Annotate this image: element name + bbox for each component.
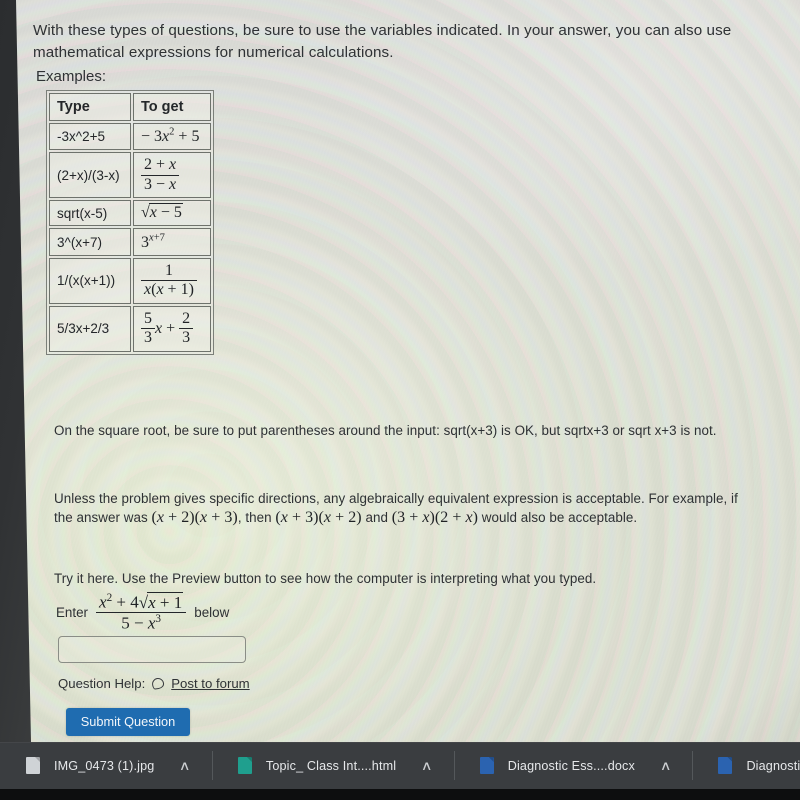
equiv-expression-1: (x + 2)(x + 3): [151, 509, 238, 527]
exponent: x+7: [149, 232, 165, 244]
table-row: -3x^2+5 − 3x2 + 5: [49, 123, 211, 151]
page-content: With these types of questions, be sure t…: [0, 0, 800, 742]
fraction-numerator: 5: [144, 309, 152, 327]
math-fraction: 23: [179, 309, 194, 348]
math-sqrt: √x − 5: [141, 203, 183, 222]
radicand: x + 1: [147, 591, 184, 612]
cell-to-get: 53x + 23: [133, 305, 211, 352]
speech-bubble-icon: [151, 677, 165, 690]
math-sqrt: √x + 1: [139, 591, 184, 613]
question-help-label: Question Help:: [58, 676, 146, 691]
math-mixed: 53x + 23: [141, 310, 194, 346]
screenshot-root: With these types of questions, be sure t…: [0, 0, 800, 800]
fraction-denominator: 3: [141, 328, 155, 348]
question-help-row: Question Help: Post to forum: [58, 676, 250, 691]
download-item-jpg[interactable]: IMG_0473 (1).jpg ∧: [0, 742, 212, 789]
fraction-denominator: 3: [179, 328, 194, 348]
table-row: 5/3x+2/3 53x + 23: [49, 305, 211, 352]
table-header-row: Type To get: [49, 93, 211, 121]
chevron-up-icon[interactable]: ∧: [660, 759, 672, 772]
post-to-forum-link[interactable]: Post to forum: [171, 676, 249, 691]
equiv-expression-2: (x + 3)(x + 2): [275, 509, 362, 527]
fraction-numerator: 1: [164, 261, 173, 279]
cell-to-get: 1 x(x + 1): [133, 257, 211, 304]
cell-type: (2+x)/(3-x): [49, 152, 131, 199]
file-docx-icon: [479, 757, 494, 774]
paragraph-try-it-here: Try it here. Use the Preview button to s…: [54, 571, 597, 587]
chevron-up-icon[interactable]: ∧: [179, 759, 191, 772]
table-row: 1/(x(x+1)) 1 x(x + 1): [49, 257, 211, 304]
monitor-screen: With these types of questions, be sure t…: [0, 0, 800, 742]
enter-suffix-label: below: [194, 605, 230, 621]
table-row: 3^(x+7) 3x+7: [49, 228, 211, 256]
fraction-denominator: x(x + 1): [141, 280, 197, 300]
equiv-text-4: would also be acceptable.: [478, 510, 638, 526]
download-filename: Diagnostic Essay: [746, 758, 800, 773]
fraction-numerator: x2 + 4√x + 1: [99, 591, 184, 613]
math-fraction: 53: [141, 310, 155, 348]
enter-expression-prompt: Enter x2 + 4√x + 1 5 − x3 below: [56, 591, 230, 634]
cell-type: 5/3x+2/3: [49, 305, 131, 352]
file-docx-icon: [718, 757, 733, 774]
table-row: (2+x)/(3-x) 2 + x 3 − x: [49, 152, 211, 199]
chevron-up-icon[interactable]: ∧: [421, 759, 433, 772]
paragraph-equivalent-rule: Unless the problem gives specific direct…: [54, 489, 744, 527]
fraction-numerator: 2 + x: [144, 156, 177, 174]
math-fraction: 2 + x 3 − x: [141, 156, 180, 195]
examples-table: Type To get -3x^2+5 − 3x2 + 5 (2+x)/(3-x…: [46, 90, 214, 355]
cell-type: -3x^2+5: [49, 123, 131, 151]
fraction-denominator: 5 − x3: [96, 612, 187, 633]
cell-to-get: 2 + x 3 − x: [133, 152, 211, 199]
intro-paragraph: With these types of questions, be sure t…: [33, 22, 732, 62]
equiv-text-3: and: [361, 510, 392, 526]
answer-input[interactable]: [58, 636, 246, 663]
column-header-to-get: To get: [133, 93, 211, 121]
equiv-expression-3: (3 + x)(2 + x): [391, 509, 479, 527]
math-power: 3x+7: [141, 232, 165, 251]
enter-prefix-label: Enter: [56, 605, 89, 621]
enter-math-fraction: x2 + 4√x + 1 5 − x3: [96, 591, 187, 634]
file-jpg-icon: [26, 757, 40, 774]
cell-to-get: 3x+7: [133, 228, 211, 256]
cell-type: 1/(x(x+1)): [49, 257, 131, 304]
equiv-text-2: , then: [237, 510, 276, 526]
radicand: x − 5: [148, 203, 183, 222]
download-shelf: IMG_0473 (1).jpg ∧ Topic_ Class Int....h…: [0, 742, 800, 789]
math-fraction: 1 x(x + 1): [141, 262, 197, 300]
column-header-type: Type: [49, 93, 131, 121]
table-row: sqrt(x-5) √x − 5: [49, 200, 211, 227]
paragraph-sqrt-rule: On the square root, be sure to put paren…: [54, 423, 717, 439]
download-filename: Topic_ Class Int....html: [265, 758, 397, 773]
examples-label: Examples:: [36, 68, 107, 85]
submit-question-button[interactable]: Submit Question: [66, 708, 190, 736]
cell-type: sqrt(x-5): [49, 200, 131, 227]
file-html-icon: [237, 757, 252, 774]
fraction-denominator: 3 − x: [141, 174, 180, 195]
cell-to-get: √x − 5: [133, 200, 211, 227]
photo-bottom-edge: [0, 789, 800, 800]
download-item-html[interactable]: Topic_ Class Int....html ∧: [211, 742, 454, 789]
download-item-docx-2[interactable]: Diagnostic Essay: [692, 742, 800, 789]
fraction-numerator: 2: [182, 309, 191, 327]
download-item-docx[interactable]: Diagnostic Ess....docx ∧: [453, 742, 693, 789]
download-filename: Diagnostic Ess....docx: [507, 758, 635, 773]
download-filename: IMG_0473 (1).jpg: [54, 758, 155, 773]
cell-to-get: − 3x2 + 5: [133, 123, 211, 151]
cell-type: 3^(x+7): [49, 228, 131, 256]
math-expression: − 3x2 + 5: [141, 127, 200, 146]
